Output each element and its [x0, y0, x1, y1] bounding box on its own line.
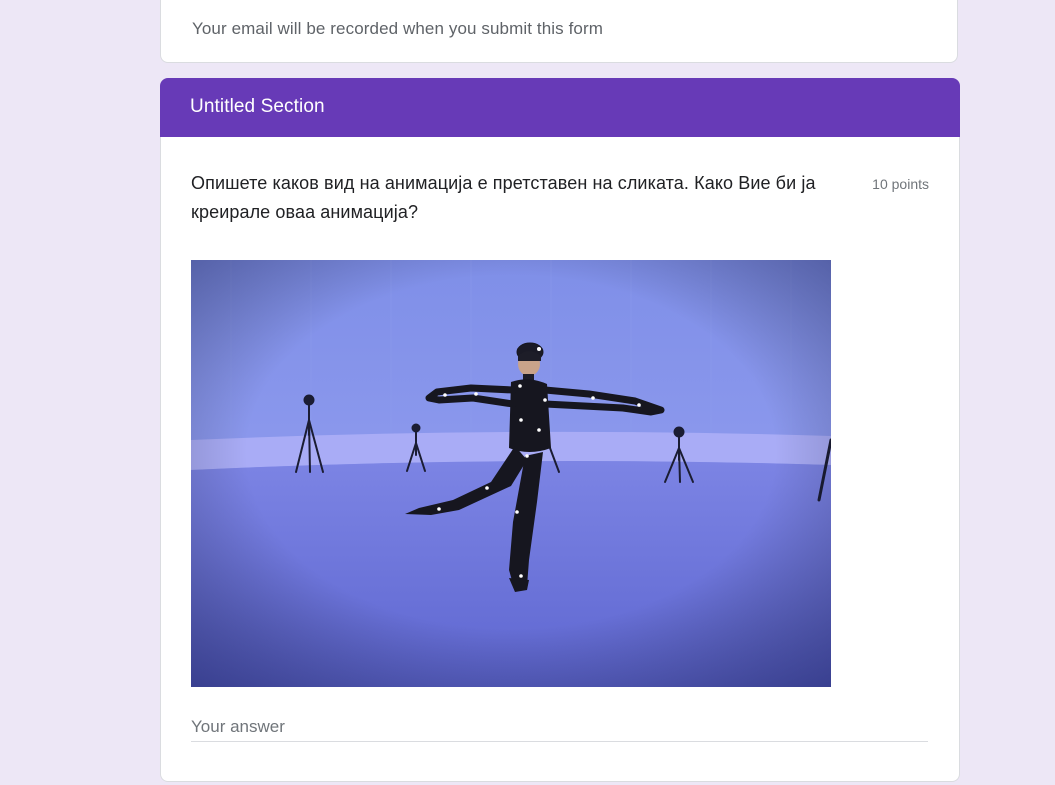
section-title: Untitled Section [190, 96, 325, 117]
email-recorded-notice: Your email will be recorded when you sub… [192, 19, 603, 38]
question-points: 10 points [872, 176, 929, 192]
question-card: Опишете каков вид на анимација е претста… [160, 137, 960, 782]
answer-input[interactable] [191, 713, 928, 742]
motion-capture-image [191, 260, 831, 687]
section-header: Untitled Section [160, 78, 960, 138]
question-title: Опишете каков вид на анимација е претста… [191, 173, 816, 222]
question-image [191, 260, 831, 687]
email-notice-card: Your email will be recorded when you sub… [160, 0, 958, 63]
